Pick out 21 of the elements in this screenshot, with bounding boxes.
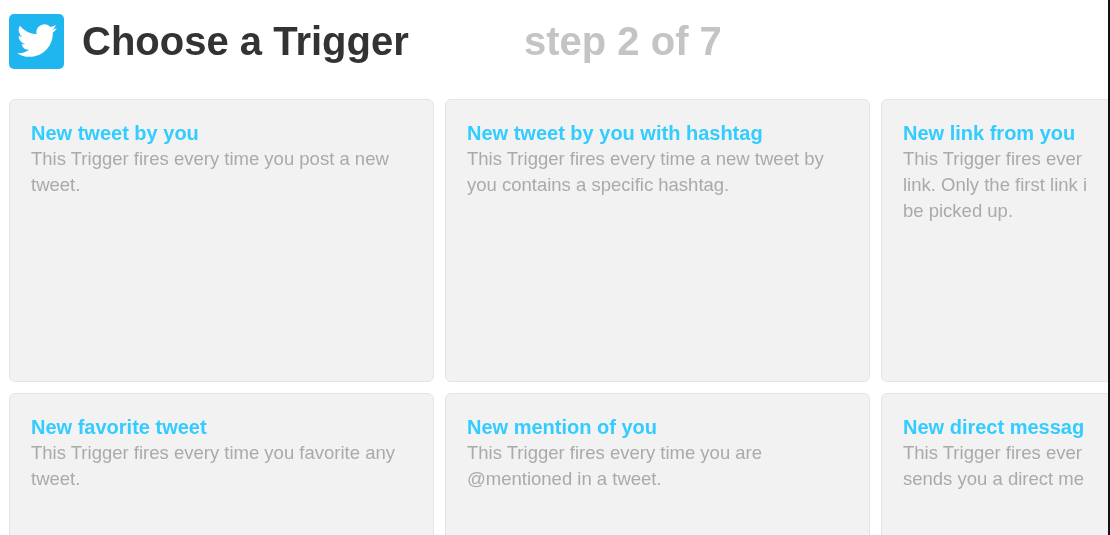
trigger-description: This Trigger fires every time you post a new tweet.	[31, 147, 390, 197]
trigger-card[interactable]: New tweet by you This Trigger fires every time you post a new tweet.	[9, 99, 434, 382]
trigger-card[interactable]: New favorite tweet This Trigger fires every time you favorite any tweet.	[9, 393, 434, 535]
trigger-title: New favorite tweet	[31, 415, 208, 439]
trigger-title: New tweet by you with hashtag	[467, 121, 764, 145]
trigger-description: This Trigger fires every time you are @mentioned in a tweet.	[467, 441, 764, 491]
bird-logo-icon	[9, 13, 64, 69]
trigger-title: New link from you	[903, 121, 1077, 145]
trigger-description: This Trigger fires ever link. Only the first link i be picked up.	[903, 147, 1089, 223]
trigger-title: New tweet by you	[31, 121, 200, 145]
trigger-card[interactable]: New tweet by you with hashtag This Trigger fires every time a new tweet by you contains a specific hashtag.	[445, 99, 870, 382]
trigger-description: This Trigger fires every time you favorite any tweet.	[31, 441, 396, 491]
trigger-title: New direct messag	[903, 415, 1086, 439]
trigger-card[interactable]: New link from you This Trigger fires ever link. Only the first link i be picked up.	[881, 99, 1108, 382]
page-title: Choose a Trigger	[82, 18, 410, 64]
trigger-title: New mention of you	[467, 415, 658, 439]
step-indicator: step 2 of 7	[524, 18, 722, 64]
trigger-card[interactable]: New mention of you This Trigger fires every time you are @mentioned in a tweet.	[445, 393, 870, 535]
trigger-description: This Trigger fires ever sends you a direct me	[903, 441, 1085, 491]
trigger-description: This Trigger fires every time a new tweet by you contains a specific hashtag.	[467, 147, 825, 197]
trigger-card[interactable]: New direct messag This Trigger fires ever sends you a direct me	[881, 393, 1108, 535]
